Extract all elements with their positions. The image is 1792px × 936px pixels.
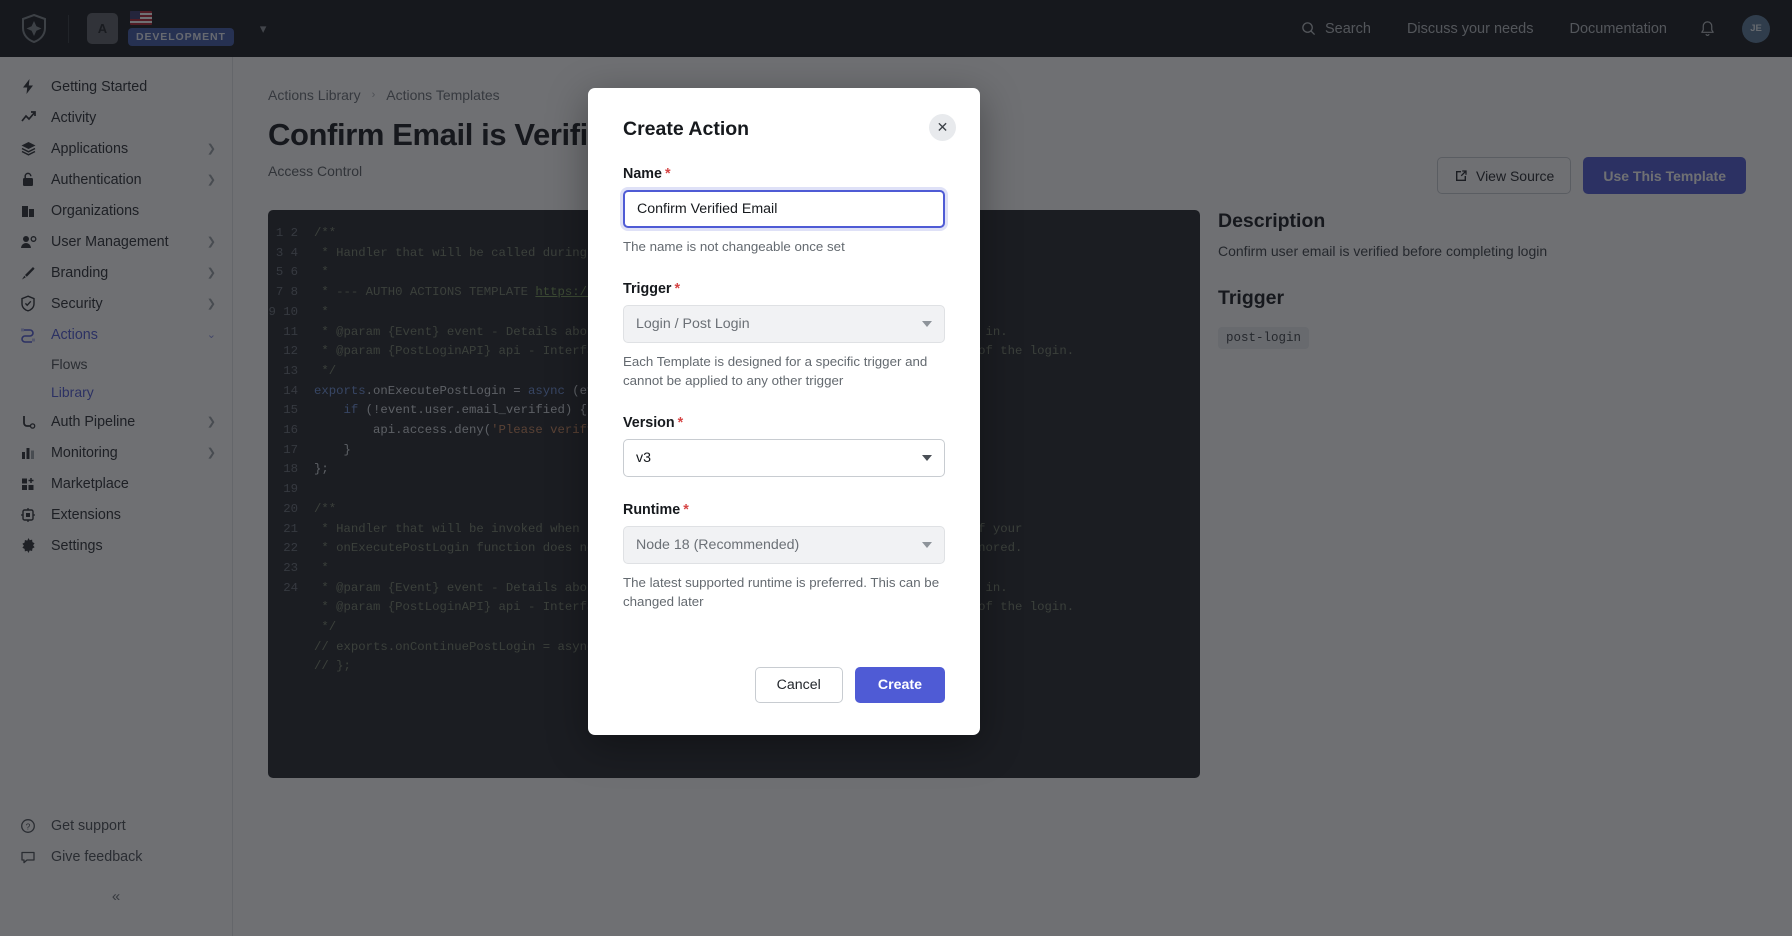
trigger-select: Login / Post Login <box>623 305 945 343</box>
trigger-label-text: Trigger <box>623 281 672 297</box>
modal-actions: Cancel Create <box>754 667 945 703</box>
app-root: A DEVELOPMENT ▾ Search Discuss your need… <box>0 0 1792 936</box>
required-marker: * <box>683 502 689 518</box>
trigger-label: Trigger * <box>623 281 945 297</box>
create-action-modal: Create Action ✕ Name* The name is not ch… <box>588 88 980 735</box>
name-help-text: The name is not changeable once set <box>623 239 845 254</box>
chevron-down-icon <box>922 455 932 461</box>
runtime-field-group: Runtime * Node 18 (Recommended) The lates… <box>623 502 945 611</box>
trigger-help-text: Each Template is designed for a specific… <box>623 354 928 388</box>
modal-title: Create Action <box>623 118 750 140</box>
version-label: Version * <box>623 415 945 431</box>
required-marker: * <box>674 281 681 297</box>
required-marker: * <box>664 166 671 182</box>
version-label-text: Version <box>623 415 675 431</box>
runtime-label-text: Runtime <box>623 502 681 518</box>
trigger-field-group: Trigger * Login / Post Login Each Templat… <box>623 281 945 390</box>
runtime-selected-value: Node 18 (Recommended) <box>636 537 800 553</box>
version-field-group: Version * v3 <box>623 415 945 477</box>
chevron-down-icon <box>922 321 932 327</box>
required-marker: * <box>677 415 684 431</box>
cancel-button[interactable]: Cancel <box>754 667 843 703</box>
name-field-group: Name* The name is not changeable once se… <box>623 166 945 256</box>
version-select[interactable]: v3 <box>623 439 945 477</box>
runtime-select: Node 18 (Recommended) <box>623 526 945 564</box>
close-icon[interactable]: ✕ <box>929 114 956 141</box>
create-button[interactable]: Create <box>854 667 945 703</box>
runtime-help-text: The latest supported runtime is preferre… <box>623 575 940 609</box>
name-label: Name * <box>623 166 945 182</box>
chevron-down-icon <box>922 542 932 548</box>
name-label-text: Name <box>623 166 662 182</box>
trigger-selected-value: Login / Post Login <box>636 316 750 332</box>
name-input[interactable] <box>623 190 945 228</box>
version-selected-value: v3 <box>636 450 651 466</box>
runtime-label: Runtime * <box>623 502 945 518</box>
